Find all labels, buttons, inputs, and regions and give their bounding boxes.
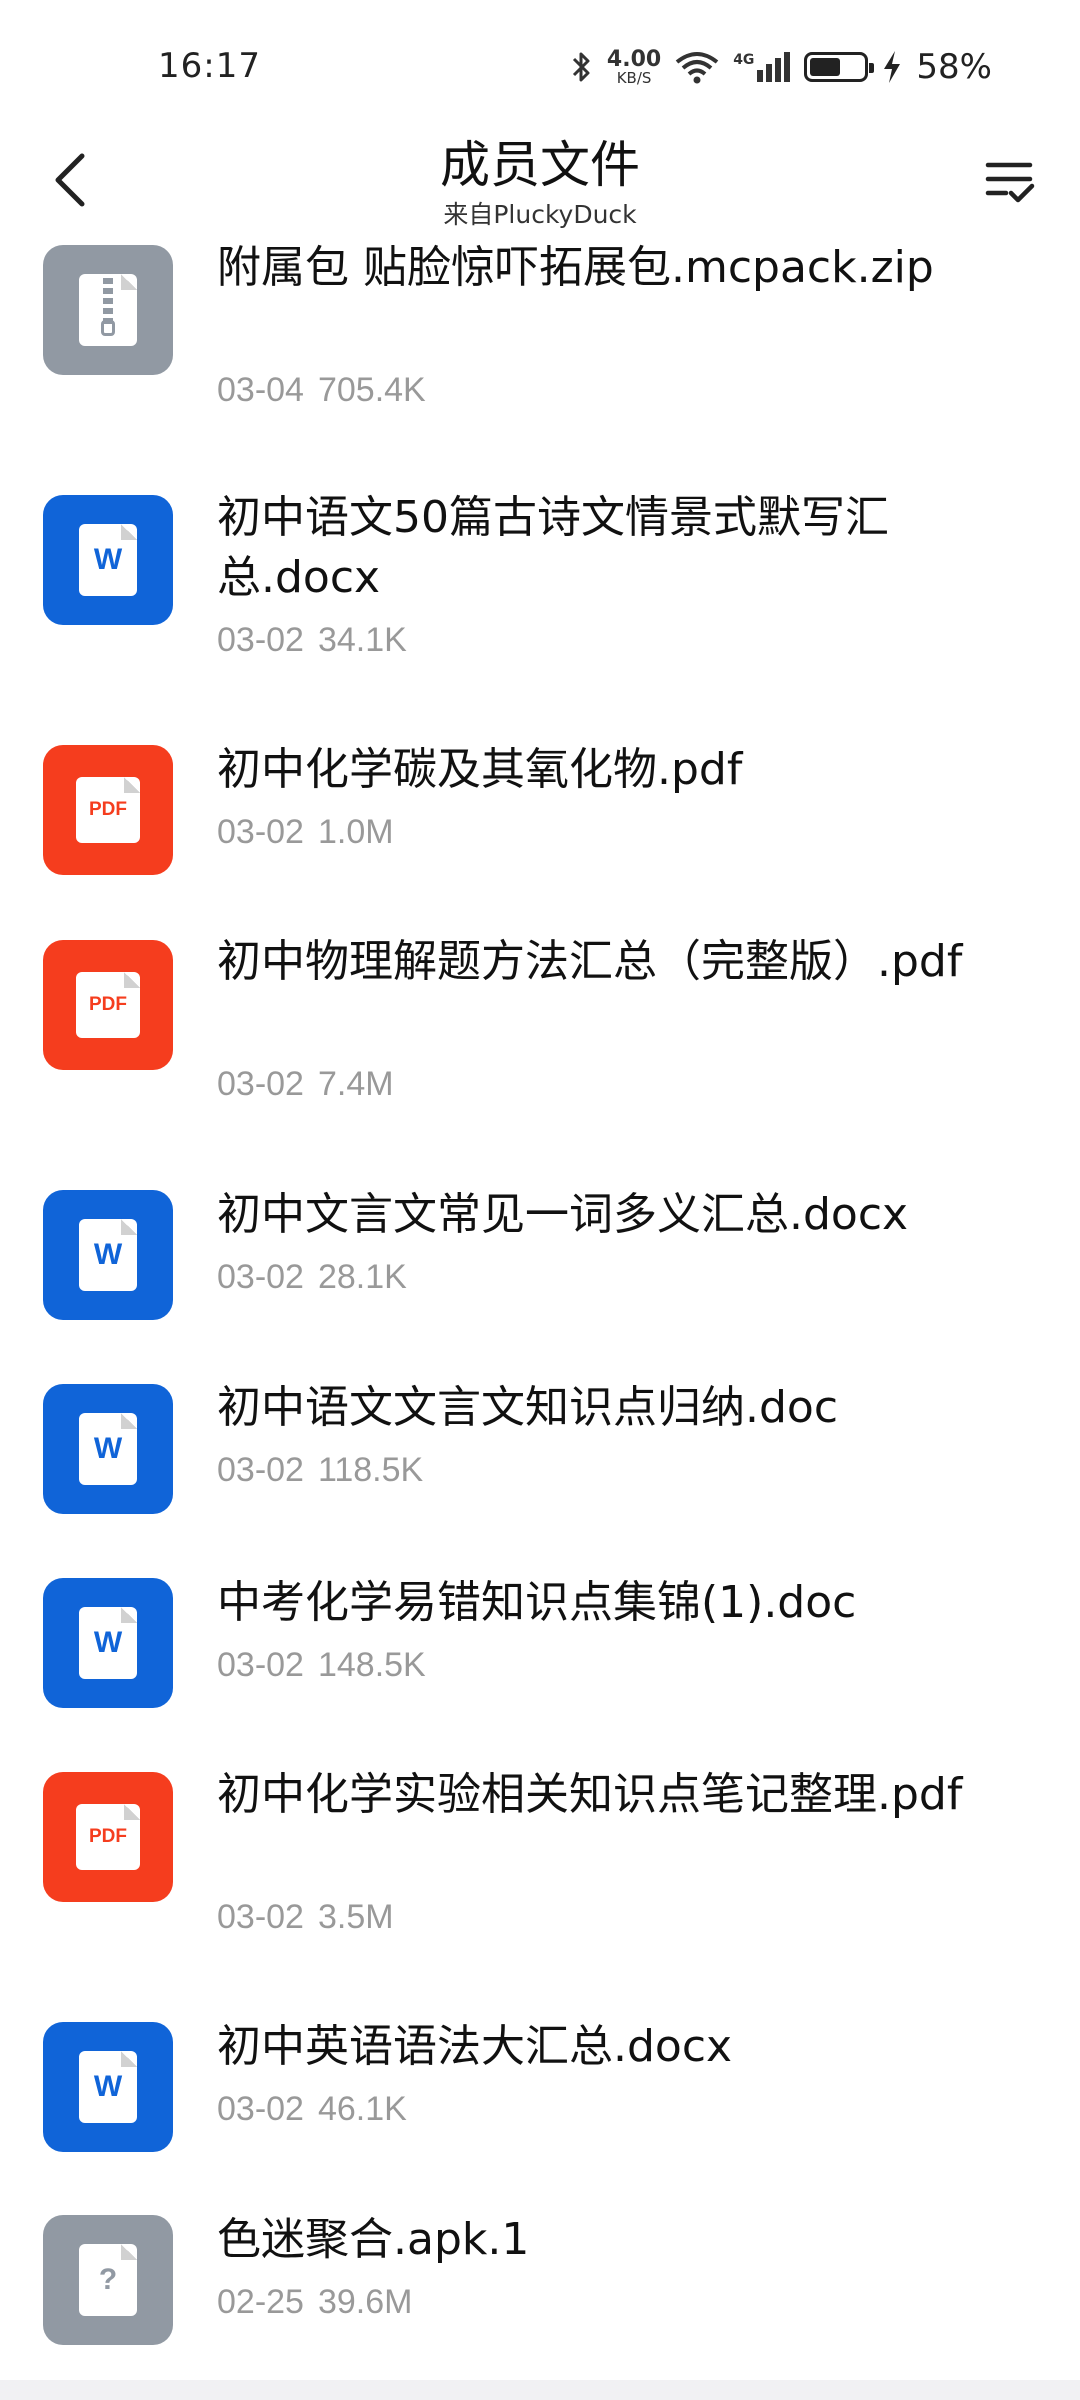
file-icon-paper: W	[79, 2051, 137, 2123]
file-icon-paper: PDF	[76, 777, 140, 843]
file-name: 初中文言文常见一词多义汇总.docx	[217, 1189, 909, 1240]
file-icon-paper: PDF	[76, 1804, 140, 1870]
unknown-file-icon: ?	[43, 2215, 173, 2345]
file-date: 03-02	[217, 1898, 304, 1936]
pdf-icon: PDF	[43, 940, 173, 1070]
header-title-block: 成员文件 来自PluckyDuck	[0, 130, 1080, 230]
file-size: 3.5M	[317, 1898, 394, 1936]
page-title: 成员文件	[440, 136, 640, 194]
file-date: 03-02	[217, 2090, 304, 2128]
file-date: 03-02	[217, 621, 304, 659]
word-icon: W	[43, 1384, 173, 1514]
file-icon-paper: W	[79, 524, 137, 596]
file-name: 附属包 贴脸惊吓拓展包.mcpack.zip	[217, 242, 934, 293]
network-speed-value: 4.00	[606, 46, 662, 72]
file-size: 1.0M	[317, 813, 394, 851]
word-icon: W	[43, 1578, 173, 1708]
file-type-label: W	[93, 1238, 123, 1271]
file-name: 初中语文文言文知识点归纳.doc	[217, 1382, 839, 1433]
network-speed: 4.00 KB/S	[606, 46, 662, 87]
file-icon-paper: ?	[79, 2244, 137, 2316]
file-date: 02-25	[217, 2283, 304, 2321]
file-type-label: PDF	[89, 799, 127, 820]
bluetooth-icon	[572, 52, 590, 82]
file-meta: 03-02 118.5K	[217, 1450, 423, 1490]
file-meta: 03-02 34.1K	[217, 620, 407, 660]
charging-icon	[884, 51, 901, 83]
file-type-label: PDF	[89, 994, 127, 1015]
file-name: 初中化学碳及其氧化物.pdf	[217, 744, 743, 795]
network-speed-unit: KB/S	[616, 68, 652, 87]
file-size: 705.4K	[317, 371, 426, 409]
battery-percent: 58%	[916, 47, 992, 87]
file-size: 34.1K	[317, 621, 407, 659]
file-meta: 03-02 7.4M	[217, 1064, 394, 1104]
file-size: 7.4M	[317, 1065, 394, 1103]
file-name: 初中物理解题方法汇总（完整版）.pdf	[217, 936, 963, 987]
sort-select-button[interactable]	[970, 142, 1050, 222]
file-size: 28.1K	[317, 1258, 407, 1296]
file-type-label: W	[93, 543, 123, 576]
file-icon-paper: PDF	[76, 972, 140, 1038]
file-meta: 03-02 1.0M	[217, 812, 394, 852]
file-icon-paper: W	[79, 1607, 137, 1679]
file-date: 03-02	[217, 1065, 304, 1103]
network-type: 4G	[733, 52, 755, 68]
file-icon-paper: W	[79, 1413, 137, 1485]
file-name: 色迷聚合.apk.1	[217, 2214, 530, 2265]
battery-level-fill	[810, 58, 841, 76]
file-name: 初中语文50篇古诗文情景式默写汇总.docx	[217, 492, 889, 603]
file-size: 118.5K	[317, 1451, 424, 1489]
file-meta: 03-04 705.4K	[217, 370, 426, 410]
file-icon-paper	[79, 274, 137, 346]
file-icon-paper: W	[79, 1219, 137, 1291]
file-type-label: ?	[98, 2263, 118, 2296]
status-bar: 16:17 4.00 KB/S 4G 58%	[0, 0, 1080, 130]
app-header: 成员文件 来自PluckyDuck	[0, 130, 1080, 240]
status-time: 16:17	[158, 46, 261, 86]
battery-icon	[804, 52, 875, 82]
page-subtitle: 来自PluckyDuck	[443, 200, 637, 229]
zip-icon	[43, 245, 173, 375]
list-check-icon	[985, 162, 1035, 203]
cellular-signal-icon: 4G	[733, 52, 791, 82]
file-date: 03-02	[217, 1451, 304, 1489]
file-type-label: W	[93, 2070, 123, 2103]
file-size: 46.1K	[317, 2090, 407, 2128]
word-icon: W	[43, 495, 173, 625]
file-date: 03-02	[217, 813, 304, 851]
file-meta: 03-02 46.1K	[217, 2089, 407, 2129]
file-size: 39.6M	[317, 2283, 413, 2321]
file-type-label: PDF	[89, 1826, 127, 1847]
file-date: 03-02	[217, 1258, 304, 1296]
file-type-label: W	[93, 1432, 123, 1465]
file-size: 148.5K	[317, 1646, 426, 1684]
bottom-edge	[0, 2380, 1080, 2400]
file-name: 中考化学易错知识点集锦(1).doc	[217, 1577, 857, 1628]
pdf-icon: PDF	[43, 745, 173, 875]
file-name: 初中英语语法大汇总.docx	[217, 2021, 733, 2072]
file-type-label: W	[93, 1626, 123, 1659]
status-icons: 4.00 KB/S 4G 58%	[571, 42, 992, 92]
file-date: 03-04	[217, 371, 304, 409]
file-meta: 03-02 148.5K	[217, 1645, 426, 1685]
pdf-icon: PDF	[43, 1772, 173, 1902]
word-icon: W	[43, 1190, 173, 1320]
file-meta: 03-02 3.5M	[217, 1897, 394, 1937]
file-name: 初中化学实验相关知识点笔记整理.pdf	[217, 1769, 963, 1820]
wifi-icon	[675, 52, 719, 84]
file-date: 03-02	[217, 1646, 304, 1684]
file-meta: 02-25 39.6M	[217, 2282, 412, 2322]
word-icon: W	[43, 2022, 173, 2152]
file-meta: 03-02 28.1K	[217, 1257, 407, 1297]
